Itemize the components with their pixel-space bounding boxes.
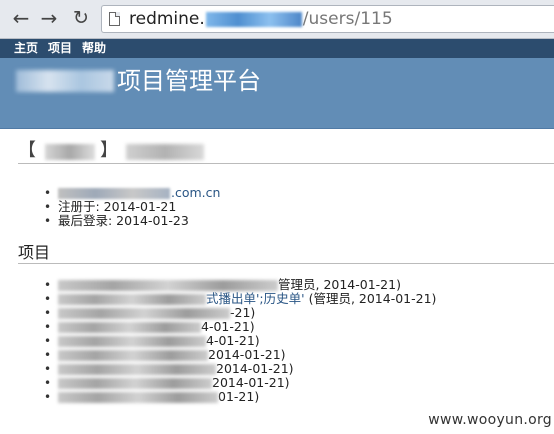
redacted-department [45, 144, 95, 160]
list-item: -21) [44, 305, 554, 321]
list-item: 2014-01-21) [44, 361, 554, 377]
redacted-project[interactable] [58, 322, 201, 333]
project-role-date: 2014-01-21) [216, 361, 294, 376]
list-item: 管理员, 2014-01-21) [44, 277, 554, 293]
project-role-date: -21) [230, 305, 256, 320]
user-heading: 【 】 [18, 141, 554, 164]
bracket-right: 】 [100, 140, 118, 161]
project-link[interactable]: 式播出单';历史单' [206, 291, 305, 306]
projects-list: 管理员, 2014-01-21) 式播出单';历史单' (管理员, 2014-0… [44, 277, 554, 405]
list-item: 4-01-21) [44, 333, 554, 349]
user-info-list: .com.cn 注册于: 2014-01-21 最后登录: 2014-01-23 [44, 185, 220, 229]
project-role-date: 管理员, 2014-01-21) [278, 277, 401, 292]
redacted-project[interactable] [58, 280, 278, 291]
address-bar[interactable]: redmine. /users/115 [101, 5, 554, 33]
back-arrow-icon[interactable]: ← [10, 7, 32, 29]
site-title: 项目管理平台 [117, 67, 261, 95]
menu-help[interactable]: 帮助 [82, 40, 106, 56]
browser-toolbar: ← → ↻ redmine. /users/115 [0, 0, 554, 39]
redacted-domain [205, 11, 302, 27]
top-menu: 主页 项目 帮助 [0, 39, 554, 58]
user-registered: 注册于: 2014-01-21 [44, 200, 220, 215]
list-item: 2014-01-21) [44, 375, 554, 391]
project-role-date: (管理员, 2014-01-21) [304, 291, 437, 306]
project-role-date: 4-01-21) [206, 333, 260, 348]
list-item: 2014-01-21) [44, 347, 554, 363]
redacted-project[interactable] [58, 308, 230, 319]
url-host: redmine. [129, 9, 205, 29]
menu-projects[interactable]: 项目 [48, 40, 72, 56]
project-role-date: 4-01-21) [201, 319, 255, 334]
list-item: 4-01-21) [44, 319, 554, 335]
email-link[interactable]: .com.cn [171, 185, 220, 200]
user-email: .com.cn [44, 185, 220, 201]
redacted-project[interactable] [58, 350, 208, 361]
reload-icon[interactable]: ↻ [70, 7, 92, 29]
user-last-login: 最后登录: 2014-01-23 [44, 214, 220, 229]
list-item: 式播出单';历史单' (管理员, 2014-01-21) [44, 291, 554, 307]
project-role-date: 2014-01-21) [208, 347, 286, 362]
project-role-date: 01-21) [218, 389, 260, 404]
bracket-left: 【 [18, 140, 36, 161]
watermark: www.wooyun.org [426, 412, 554, 428]
list-item: 01-21) [44, 389, 554, 405]
redacted-project[interactable] [58, 364, 216, 375]
main-content: 【 】 .com.cn 注册于: 2014-01-21 最后登录: 2014-0… [0, 129, 554, 434]
projects-heading-text: 项目 [18, 243, 51, 262]
projects-heading: 项目 [18, 243, 554, 264]
page-icon [109, 12, 120, 26]
redacted-email [58, 188, 170, 199]
redacted-project[interactable] [58, 294, 206, 305]
redacted-project[interactable] [58, 378, 212, 389]
redacted-project[interactable] [58, 392, 218, 403]
redacted-username [126, 144, 204, 160]
forward-arrow-icon[interactable]: → [38, 7, 60, 29]
url-path: /users/115 [302, 9, 393, 29]
url-text: redmine. /users/115 [129, 8, 393, 30]
site-header: 项目管理平台 [0, 58, 554, 129]
project-role-date: 2014-01-21) [212, 375, 290, 390]
redacted-project[interactable] [58, 336, 206, 347]
redacted-org-name [16, 70, 114, 92]
menu-home[interactable]: 主页 [14, 40, 38, 56]
